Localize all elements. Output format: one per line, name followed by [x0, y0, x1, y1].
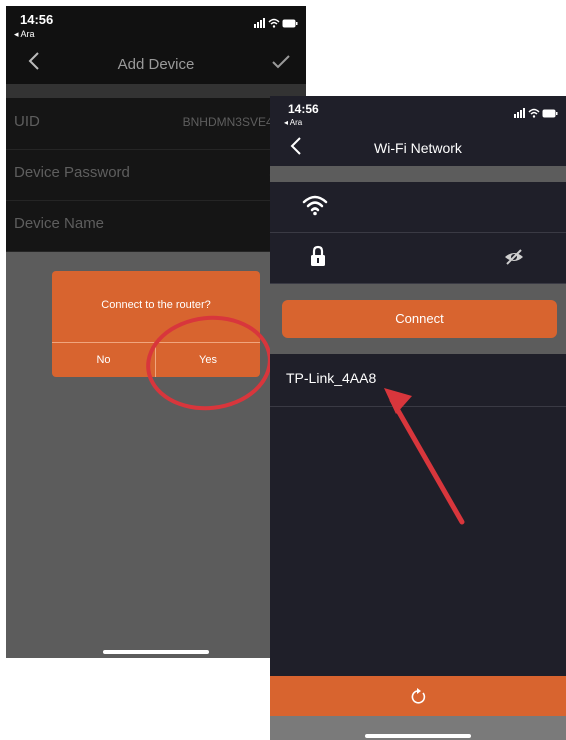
status-icons	[254, 18, 298, 31]
refresh-button[interactable]	[270, 676, 566, 716]
signal-wifi-battery-icon	[514, 108, 558, 118]
dialog-message: Connect to the router?	[101, 299, 211, 311]
status-bar: 14:56 ◂ Ara	[270, 96, 566, 132]
section-divider	[6, 84, 306, 98]
status-time: 14:56	[20, 12, 54, 27]
nav-bar: Wi-Fi Network	[270, 132, 566, 166]
uid-label: UID	[14, 113, 40, 130]
eye-off-icon[interactable]	[504, 249, 524, 270]
password-row[interactable]: Device Password admin	[6, 149, 306, 201]
status-time: 14:56	[288, 102, 319, 116]
refresh-icon	[409, 686, 427, 711]
back-to-app-link[interactable]: ◂ Ara	[284, 118, 302, 127]
network-list-item[interactable]: TP-Link_4AA8	[270, 356, 566, 407]
nav-bar: Add Device	[6, 44, 306, 84]
home-indicator[interactable]	[365, 734, 471, 738]
page-title: Add Device	[117, 56, 195, 73]
wifi-icon	[302, 194, 328, 221]
page-title: Wi-Fi Network	[374, 140, 462, 156]
wifi-password-input[interactable]	[270, 233, 566, 284]
password-label: Device Password	[14, 164, 130, 181]
no-button[interactable]: No	[52, 343, 155, 377]
lock-icon	[310, 245, 326, 272]
add-device-screen: 14:56 ◂ Ara Add Device UID BNHDMN3SVE4H1…	[6, 6, 306, 658]
status-bar: 14:56 ◂ Ara	[6, 6, 306, 44]
section-divider	[270, 166, 566, 182]
back-to-app-link[interactable]: ◂ Ara	[14, 29, 35, 40]
home-indicator[interactable]	[103, 650, 209, 654]
device-name-row[interactable]: Device Name Ca	[6, 200, 306, 252]
uid-row[interactable]: UID BNHDMN3SVE4H1T1	[6, 98, 306, 150]
connect-button[interactable]: Connect	[282, 300, 557, 338]
wifi-network-screen: 14:56 ◂ Ara Wi-Fi Network Connect TP-Lin…	[270, 96, 566, 740]
checkmark-icon[interactable]	[272, 52, 290, 75]
device-form: UID BNHDMN3SVE4H1T1 Device Password admi…	[6, 98, 306, 252]
signal-wifi-battery-icon	[254, 18, 298, 28]
device-name-label: Device Name	[14, 215, 105, 232]
network-name: TP-Link_4AA8	[286, 370, 377, 386]
status-icons	[514, 108, 558, 121]
wifi-ssid-input[interactable]	[270, 182, 566, 233]
